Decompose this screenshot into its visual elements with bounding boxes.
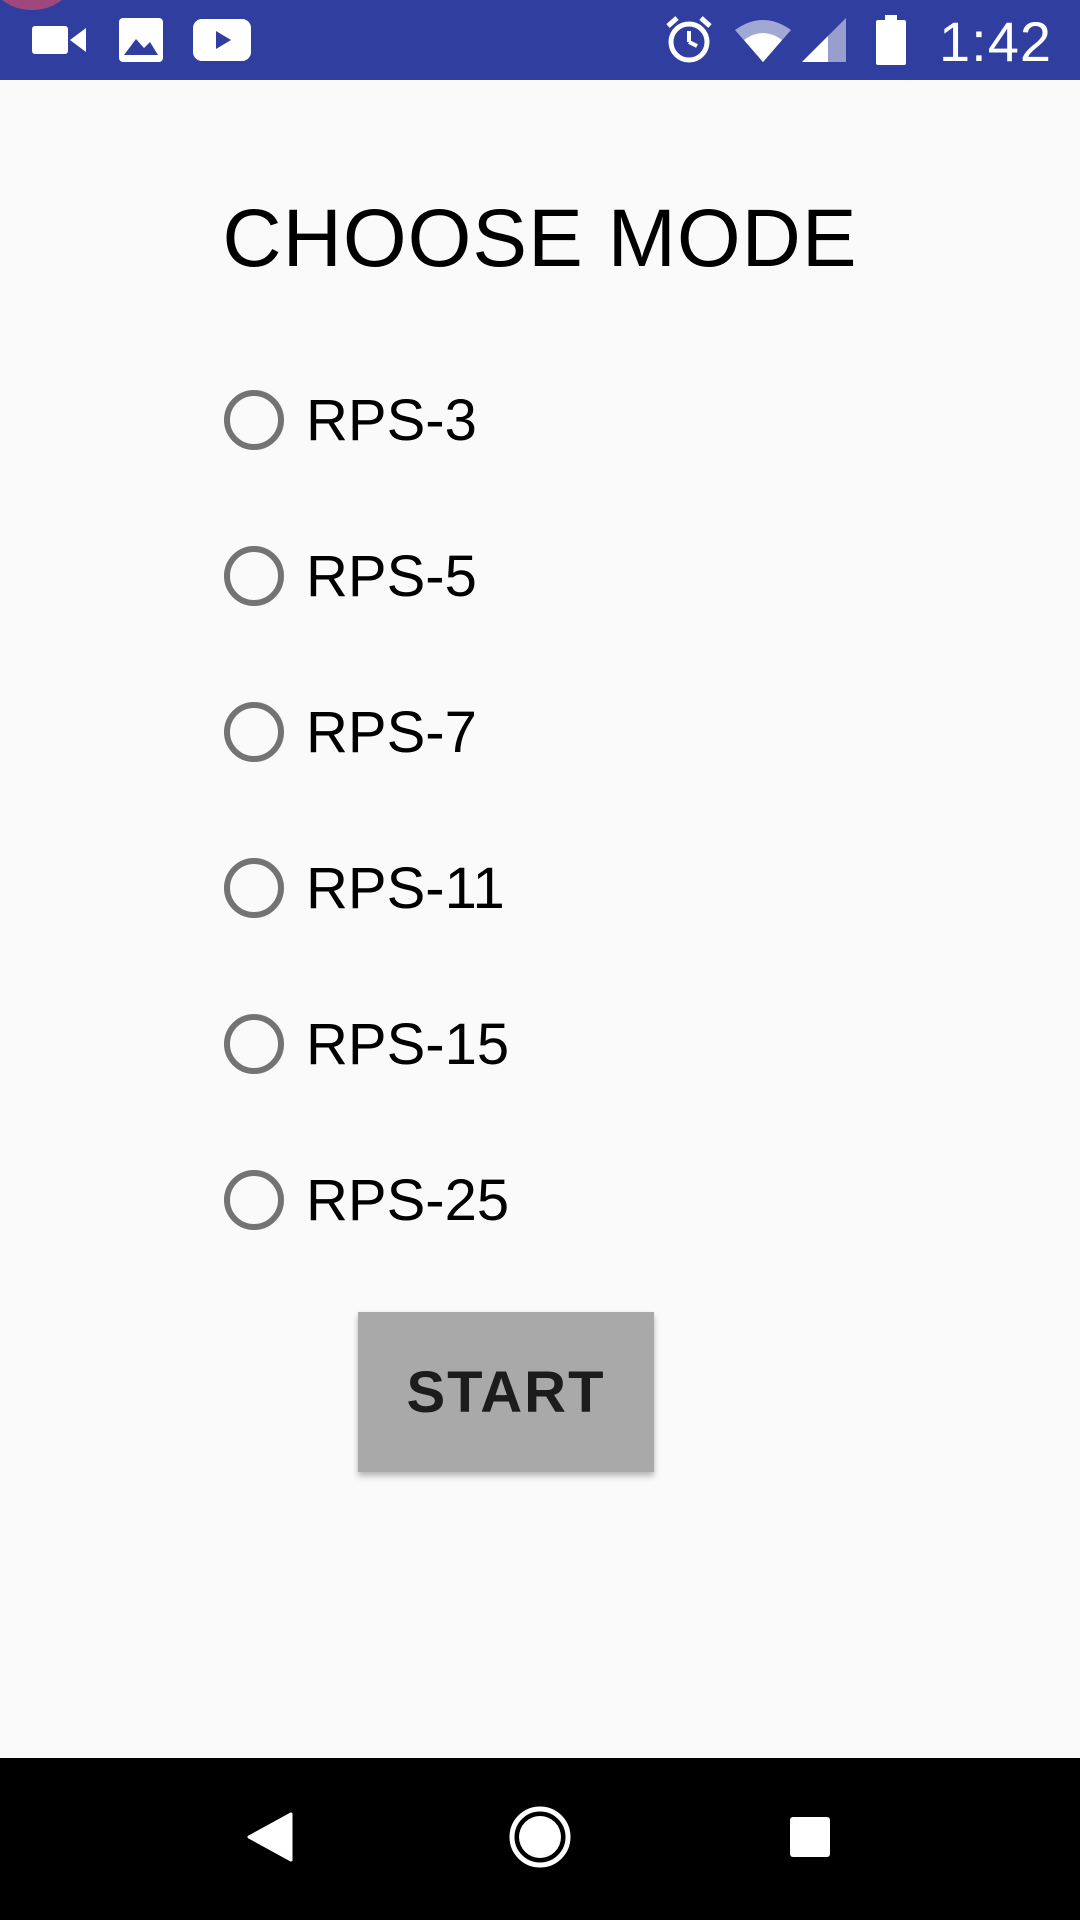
- radio-button[interactable]: [224, 546, 284, 606]
- radio-label: RPS-11: [306, 855, 505, 921]
- battery-icon: [876, 14, 906, 66]
- radio-label: RPS-3: [306, 387, 477, 453]
- radio-button[interactable]: [224, 858, 284, 918]
- alarm-icon: [664, 14, 714, 66]
- video-camera-icon: [32, 14, 88, 66]
- radio-label: RPS-15: [306, 1011, 510, 1077]
- status-time: 1:42: [939, 10, 1052, 73]
- radio-option-rps-7[interactable]: RPS-7: [224, 672, 624, 792]
- back-button[interactable]: [200, 1758, 340, 1920]
- notification-dot: [0, 0, 72, 10]
- status-bar: 1:42: [0, 0, 1080, 80]
- radio-button[interactable]: [224, 702, 284, 762]
- radio-option-rps-3[interactable]: RPS-3: [224, 360, 624, 480]
- navigation-bar: [0, 1758, 1080, 1920]
- back-icon: [247, 1812, 293, 1867]
- radio-label: RPS-5: [306, 543, 477, 609]
- recents-button[interactable]: [740, 1758, 880, 1920]
- recents-icon: [788, 1815, 832, 1864]
- home-icon: [508, 1805, 572, 1874]
- wifi-icon: [734, 14, 792, 66]
- page-title: CHOOSE MODE: [222, 193, 858, 284]
- cell-signal-icon: [802, 14, 846, 66]
- radio-option-rps-25[interactable]: RPS-25: [224, 1140, 624, 1260]
- radio-option-rps-15[interactable]: RPS-15: [224, 984, 624, 1104]
- screen: 1:42 CHOOSE MODE RPS-3 RPS-5 RPS-7 RPS-1…: [0, 0, 1080, 1920]
- radio-label: RPS-25: [306, 1167, 510, 1233]
- radio-option-rps-5[interactable]: RPS-5: [224, 516, 624, 636]
- radio-button[interactable]: [224, 1014, 284, 1074]
- start-button[interactable]: START: [358, 1312, 654, 1472]
- image-icon: [118, 14, 164, 66]
- radio-option-rps-11[interactable]: RPS-11: [224, 828, 624, 948]
- radio-label: RPS-7: [306, 699, 477, 765]
- youtube-icon: [193, 14, 251, 66]
- home-button[interactable]: [470, 1758, 610, 1920]
- radio-button[interactable]: [224, 1170, 284, 1230]
- radio-button[interactable]: [224, 390, 284, 450]
